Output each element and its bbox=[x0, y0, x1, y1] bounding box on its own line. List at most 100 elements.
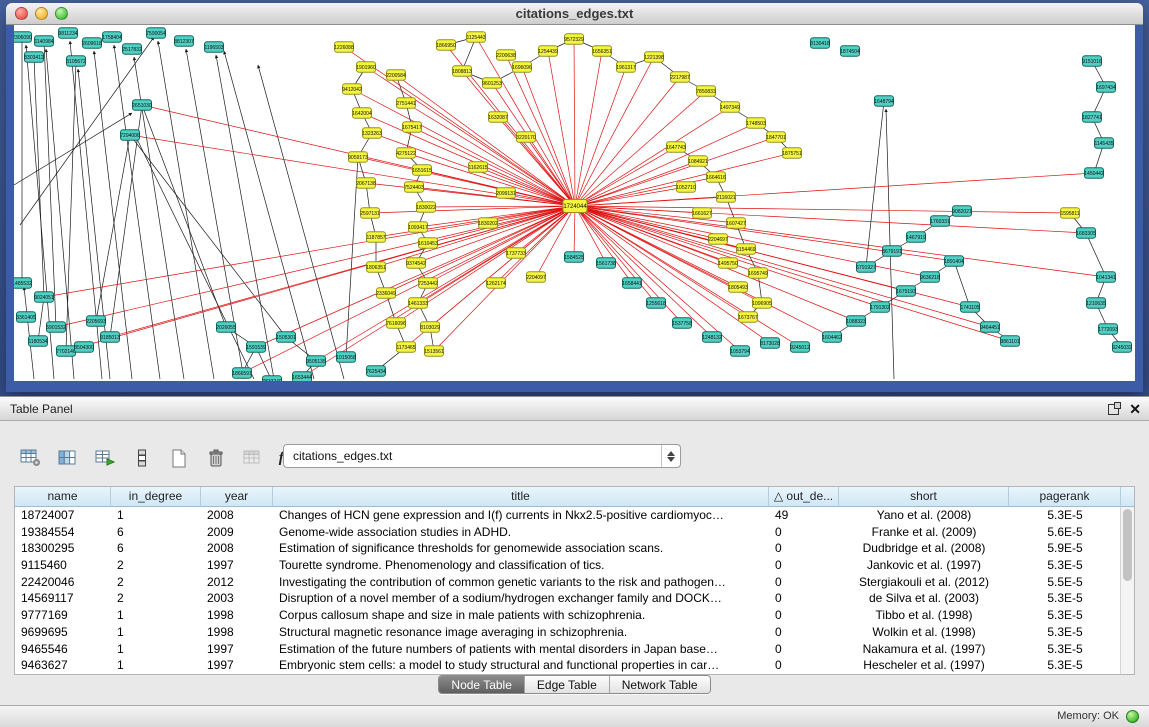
graph-node[interactable]: 1162615 bbox=[468, 162, 487, 173]
graph-node[interactable]: 1595811 bbox=[1060, 208, 1079, 219]
graph-node[interactable]: 1737733 bbox=[506, 248, 526, 259]
graph-node[interactable]: 1505301 bbox=[276, 332, 296, 343]
graph-node[interactable]: 1096905 bbox=[752, 298, 772, 309]
graph-node[interactable]: 1772093 bbox=[1098, 324, 1118, 335]
graph-node[interactable]: 1196503 bbox=[204, 42, 223, 53]
graph-node[interactable]: 9374542 bbox=[406, 258, 426, 269]
close-button[interactable] bbox=[15, 7, 28, 20]
graph-node[interactable]: 1255618 bbox=[646, 298, 666, 309]
graph-node[interactable]: 5901532 bbox=[46, 322, 66, 333]
column-header-out_degree[interactable]: △ out_de... bbox=[769, 487, 839, 507]
graph-node[interactable]: 1084921 bbox=[688, 156, 708, 167]
graph-node[interactable]: 1648794 bbox=[874, 96, 894, 107]
graph-node[interactable]: 9151016 bbox=[1082, 56, 1102, 67]
graph-node[interactable]: 1610453 bbox=[418, 238, 438, 249]
graph-node[interactable]: 1791302 bbox=[870, 302, 890, 313]
graph-node[interactable]: 2116021 bbox=[716, 192, 735, 203]
column-header-pagerank[interactable]: pagerank bbox=[1009, 487, 1121, 507]
graph-node[interactable]: 1741105 bbox=[960, 302, 979, 313]
rows-icon[interactable] bbox=[129, 446, 155, 470]
graph-node[interactable]: 1830022 bbox=[416, 202, 436, 213]
graph-node[interactable]: 1180534 bbox=[28, 336, 47, 347]
graph-node[interactable]: 1561738 bbox=[596, 258, 616, 269]
table-row[interactable]: 969969511998Structural magnetic resonanc… bbox=[15, 624, 1120, 641]
graph-node[interactable]: 1485532 bbox=[14, 278, 32, 289]
trash-icon[interactable] bbox=[203, 446, 229, 470]
graph-node[interactable]: 1015058 bbox=[336, 352, 356, 363]
graph-node[interactable]: 1173465 bbox=[396, 342, 415, 353]
graph-node[interactable]: 4275122 bbox=[396, 148, 416, 159]
graph-node[interactable]: 1673767 bbox=[738, 312, 758, 323]
graph-node[interactable]: 2026055 bbox=[216, 322, 236, 333]
table-row[interactable]: 911546021997Tourette syndrome. Phenomeno… bbox=[15, 557, 1120, 574]
graph-node[interactable]: 8103029 bbox=[420, 322, 440, 333]
graph-node[interactable]: 2336049 bbox=[376, 288, 396, 299]
graph-node[interactable]: 1323263 bbox=[362, 128, 382, 139]
graph-node[interactable]: 1450442 bbox=[1084, 168, 1104, 179]
column-header-name[interactable]: name bbox=[15, 487, 111, 507]
close-panel-icon[interactable]: ✕ bbox=[1129, 402, 1141, 416]
graph-node[interactable]: 1847701 bbox=[766, 132, 786, 143]
graph-node[interactable]: 1607427 bbox=[726, 218, 746, 229]
graph-node[interactable]: 2200638 bbox=[496, 50, 516, 61]
graph-node[interactable]: 1154469 bbox=[736, 244, 755, 255]
graph-node[interactable]: 1125443 bbox=[466, 32, 485, 43]
graph-node[interactable]: 1683305 bbox=[1076, 228, 1096, 239]
graph-node[interactable]: 7616096 bbox=[386, 318, 406, 329]
graph-node[interactable]: 3220170 bbox=[516, 132, 536, 143]
graph-node[interactable]: 1604462 bbox=[822, 332, 842, 343]
graph-node[interactable]: 9572329 bbox=[564, 34, 584, 45]
tab-edge-table[interactable]: Edge Table bbox=[524, 676, 609, 693]
graph-node[interactable]: 1875751 bbox=[782, 148, 802, 159]
float-panel-icon[interactable] bbox=[1108, 404, 1119, 415]
graph-node[interactable]: 1513561 bbox=[424, 346, 444, 357]
graph-node[interactable]: 8504300 bbox=[74, 342, 94, 353]
graph-node[interactable]: 2099131 bbox=[496, 188, 516, 199]
graph-node[interactable]: 7253442 bbox=[418, 278, 438, 289]
graph-node[interactable]: 7833240 bbox=[262, 376, 282, 381]
network-window-titlebar[interactable]: citations_edges.txt bbox=[6, 3, 1143, 25]
graph-node[interactable]: 1695749 bbox=[748, 268, 768, 279]
graph-node[interactable]: 7625434 bbox=[366, 366, 386, 377]
network-canvas[interactable]: 2306090114098498112342609618830341217584… bbox=[14, 25, 1135, 381]
graph-node[interactable]: 2217987 bbox=[670, 72, 690, 83]
table-body[interactable]: 1872400712008Changes of HCN gene express… bbox=[15, 507, 1120, 674]
scrollbar-thumb[interactable] bbox=[1123, 509, 1132, 581]
table-row[interactable]: 946554611997Estimation of the future num… bbox=[15, 641, 1120, 658]
table-selector[interactable]: citations_edges.txt bbox=[283, 444, 681, 468]
graph-node[interactable]: 8303412 bbox=[24, 52, 44, 63]
graph-node[interactable]: 2609618 bbox=[82, 38, 102, 49]
graph-node[interactable]: 2200584 bbox=[386, 70, 406, 81]
graph-node[interactable]: 9811234 bbox=[58, 28, 77, 39]
graph-node[interactable]: 1806351 bbox=[366, 262, 386, 273]
graph-node[interactable]: 1254439 bbox=[538, 46, 558, 57]
graph-node[interactable]: 1653444 bbox=[292, 372, 312, 381]
graph-node[interactable]: 9601253 bbox=[482, 78, 502, 89]
zoom-button[interactable] bbox=[55, 7, 68, 20]
graph-node[interactable]: 3361405 bbox=[16, 312, 36, 323]
graph-node[interactable]: 1248132 bbox=[702, 332, 722, 343]
graph-node[interactable]: 3105672 bbox=[66, 56, 86, 67]
graph-node[interactable]: 6791927 bbox=[856, 262, 876, 273]
graph-node[interactable]: 1830202 bbox=[478, 218, 498, 229]
graph-node[interactable]: 1632087 bbox=[488, 112, 508, 123]
graph-node[interactable]: 1226088 bbox=[334, 42, 354, 53]
table-row[interactable]: 946362711997Embryonic stem cells: a mode… bbox=[15, 657, 1120, 674]
graph-node[interactable]: 9245032 bbox=[1112, 342, 1132, 353]
graph-node[interactable]: 9059173 bbox=[348, 152, 368, 163]
graph-node[interactable]: 1052710 bbox=[676, 182, 696, 193]
graph-node[interactable]: 1808813 bbox=[452, 66, 472, 77]
graph-node[interactable]: 7294006 bbox=[120, 130, 140, 141]
graph-node[interactable]: 1697434 bbox=[1096, 82, 1116, 93]
graph-node[interactable]: 2067138 bbox=[356, 178, 376, 189]
graph-node[interactable]: 8812307 bbox=[174, 36, 194, 47]
graph-node[interactable]: 1874504 bbox=[840, 46, 860, 57]
edit-columns-icon[interactable] bbox=[92, 446, 118, 470]
graph-node[interactable]: 1651615 bbox=[412, 165, 432, 176]
table-scrollbar[interactable] bbox=[1120, 507, 1134, 674]
column-header-title[interactable]: title bbox=[273, 487, 769, 507]
graph-node[interactable]: 7850833 bbox=[696, 86, 716, 97]
graph-node[interactable]: 1461333 bbox=[408, 298, 428, 309]
graph-node[interactable]: 1961317 bbox=[616, 62, 636, 73]
graph-node[interactable]: 9505135 bbox=[306, 356, 326, 367]
